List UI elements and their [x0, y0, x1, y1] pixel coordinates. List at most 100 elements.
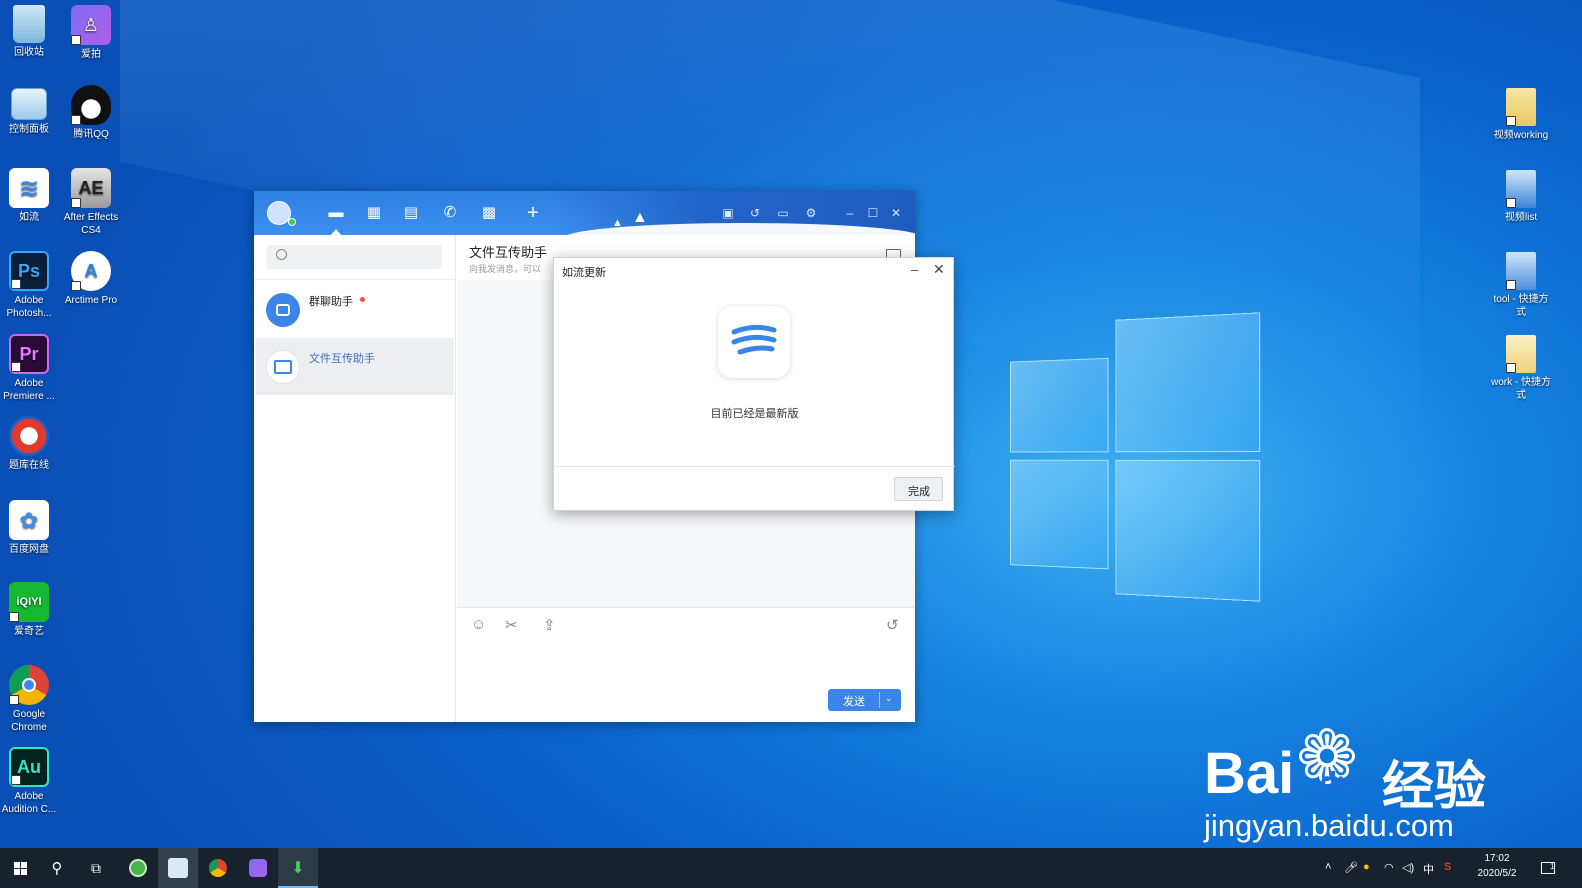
desktop-icon-control-panel[interactable]: 控制面板: [0, 88, 61, 136]
contacts-icon[interactable]: ▤: [402, 205, 420, 221]
taskbar-app-downloader[interactable]: ⬇: [278, 848, 318, 888]
windows-start-icon: [13, 861, 27, 875]
screenshot-icon[interactable]: ▣: [721, 206, 735, 220]
task-view-button[interactable]: ⧉: [76, 848, 116, 888]
emoji-icon[interactable]: ☺: [471, 616, 486, 633]
desktop-icon-tool-shortcut[interactable]: tool - 快捷方式: [1489, 252, 1553, 319]
network-icon[interactable]: ◠: [1384, 861, 1394, 874]
download-icon: ⬇: [291, 860, 305, 877]
ime-indicator[interactable]: 中: [1423, 861, 1434, 877]
taskbar-app-360[interactable]: [118, 848, 158, 888]
desktop-icon-qq[interactable]: 腾讯QQ: [59, 85, 123, 141]
desktop-icon-tiku[interactable]: 题库在线: [0, 416, 61, 472]
windows-logo-graphic: [1010, 312, 1266, 602]
audition-icon: Au: [9, 747, 49, 787]
search-icon: [276, 249, 287, 260]
message-input[interactable]: [467, 640, 905, 684]
send-button[interactable]: 发送 ⌄: [828, 689, 901, 711]
dialog-divider: [554, 466, 955, 467]
close-icon[interactable]: ✕: [889, 206, 903, 220]
ruliu-logo-icon: [718, 306, 790, 378]
folder-icon: [1506, 170, 1536, 208]
taskbar: ⚲ ⧉ ⬇ ˄ 🎤︎ ● ◠ ◁) 中 S 17:02 2020/5/2 1: [0, 848, 1582, 888]
phone-icon[interactable]: ✆: [441, 205, 459, 221]
desktop-icon-aipai[interactable]: ♙ 爱拍: [59, 5, 123, 61]
chrome-icon: [9, 665, 49, 705]
tray-chevron-up-icon[interactable]: ˄: [1325, 861, 1331, 873]
desktop-icon-arctime[interactable]: A Arctime Pro: [59, 251, 123, 307]
send-label: 发送: [843, 696, 865, 708]
chat-title: 文件互传助手: [469, 245, 548, 260]
system-clock[interactable]: 17:02 2020/5/2: [1470, 851, 1524, 881]
sogou-ime-icon[interactable]: S: [1444, 861, 1451, 873]
app-header: ▬ ▦ ▤ ✆ ▩ + ▲ ▲ ▣ ↺ ▭ ⚙ – ☐ ✕: [254, 191, 915, 235]
tree-decoration-icon: ▲: [632, 209, 648, 226]
folder-icon[interactable]: ▭: [776, 206, 790, 220]
qq-penguin-icon: [71, 85, 111, 125]
notification-count: 1: [1550, 862, 1555, 871]
tiku-icon: [9, 416, 49, 456]
iqiyi-icon: iQIYI: [9, 582, 49, 622]
conversation-item-group-assistant[interactable]: 群聊助手: [256, 281, 454, 338]
desktop-icon-premiere[interactable]: Pr Adobe Premiere ...: [0, 334, 61, 403]
taskbar-app-aipai[interactable]: [238, 848, 278, 888]
desktop-icon-baidu-netdisk[interactable]: ✿ 百度网盘: [0, 500, 61, 556]
conversation-sidebar: 群聊助手 文件互传助手: [254, 235, 456, 722]
settings-gear-icon[interactable]: ⚙: [804, 206, 818, 220]
history-icon[interactable]: ↺: [748, 206, 762, 220]
search-button[interactable]: ⚲: [37, 848, 77, 888]
minimize-icon[interactable]: –: [843, 206, 857, 220]
dialog-title: 如流更新: [562, 267, 606, 279]
desktop-icon-after-effects[interactable]: AE After Effects CS4: [59, 168, 123, 237]
desktop-icon-video-list[interactable]: 视频list: [1489, 170, 1553, 224]
clock-date: 2020/5/2: [1477, 868, 1517, 879]
upload-file-icon[interactable]: ⇪: [543, 616, 556, 634]
history-icon[interactable]: ↺: [886, 616, 899, 634]
conversation-name: 群聊助手: [309, 296, 353, 308]
minimize-icon[interactable]: –: [911, 262, 918, 277]
arctime-icon: A: [71, 251, 111, 291]
action-center-button[interactable]: 1: [1528, 848, 1568, 888]
chat-bubble-icon: [276, 304, 290, 316]
folder-icon: [1506, 88, 1536, 126]
scissors-screenshot-icon[interactable]: ✂: [505, 616, 518, 634]
desktop-icon-video-working[interactable]: 视频working: [1489, 88, 1553, 142]
maximize-icon[interactable]: ☐: [866, 206, 880, 220]
desktop-icon-iqiyi[interactable]: iQIYI 爱奇艺: [0, 582, 61, 638]
baidu-netdisk-icon: ✿: [9, 500, 49, 540]
search-icon: ⚲: [51, 860, 63, 877]
watermark-brand-suffix: du: [1320, 766, 1355, 797]
task-view-icon: ⧉: [91, 859, 101, 876]
conversation-item-file-transfer[interactable]: 文件互传助手: [256, 338, 454, 395]
watermark-url: jingyan.baidu.com: [1204, 808, 1454, 843]
search-input[interactable]: [267, 245, 442, 269]
desktop-icon-recycle-bin[interactable]: 回收站: [0, 5, 61, 59]
desktop-icon-photoshop[interactable]: Ps Adobe Photosh...: [0, 251, 61, 320]
close-icon[interactable]: ✕: [933, 261, 945, 278]
watermark-brand: Bai: [1204, 741, 1295, 806]
desktop-icon-chrome[interactable]: Google Chrome: [0, 665, 61, 734]
volume-icon[interactable]: ◁): [1402, 861, 1414, 874]
send-divider: [879, 692, 880, 708]
microphone-icon[interactable]: 🎤︎: [1344, 861, 1358, 874]
start-button[interactable]: [0, 848, 40, 888]
taskbar-app-ruliu[interactable]: [158, 848, 198, 888]
conversation-name: 文件互传助手: [309, 353, 375, 365]
folder-shortcut-icon: [1506, 335, 1536, 373]
taskbar-app-chrome[interactable]: [198, 848, 238, 888]
tree-decoration-icon: ▲: [612, 217, 623, 229]
desktop-icon-work-shortcut[interactable]: work - 快捷方式: [1489, 335, 1553, 402]
tray-app-icon[interactable]: ●: [1363, 861, 1370, 873]
ruliu-icon: ≋: [9, 168, 49, 208]
add-icon[interactable]: +: [524, 203, 542, 223]
calendar-icon[interactable]: ▦: [365, 205, 383, 221]
update-status-message: 目前已经是最新版: [710, 408, 799, 420]
chat-tab-icon[interactable]: ▬: [327, 205, 345, 221]
desktop-icon-audition[interactable]: Au Adobe Audition C...: [0, 747, 61, 816]
chevron-down-icon[interactable]: ⌄: [885, 693, 893, 704]
group-assistant-avatar: [266, 293, 300, 327]
done-button[interactable]: 完成: [894, 477, 943, 501]
desktop-icon-ruliu[interactable]: ≋ 如流: [0, 168, 61, 224]
apps-grid-icon[interactable]: ▩: [480, 205, 498, 221]
chrome-icon: [209, 859, 227, 877]
